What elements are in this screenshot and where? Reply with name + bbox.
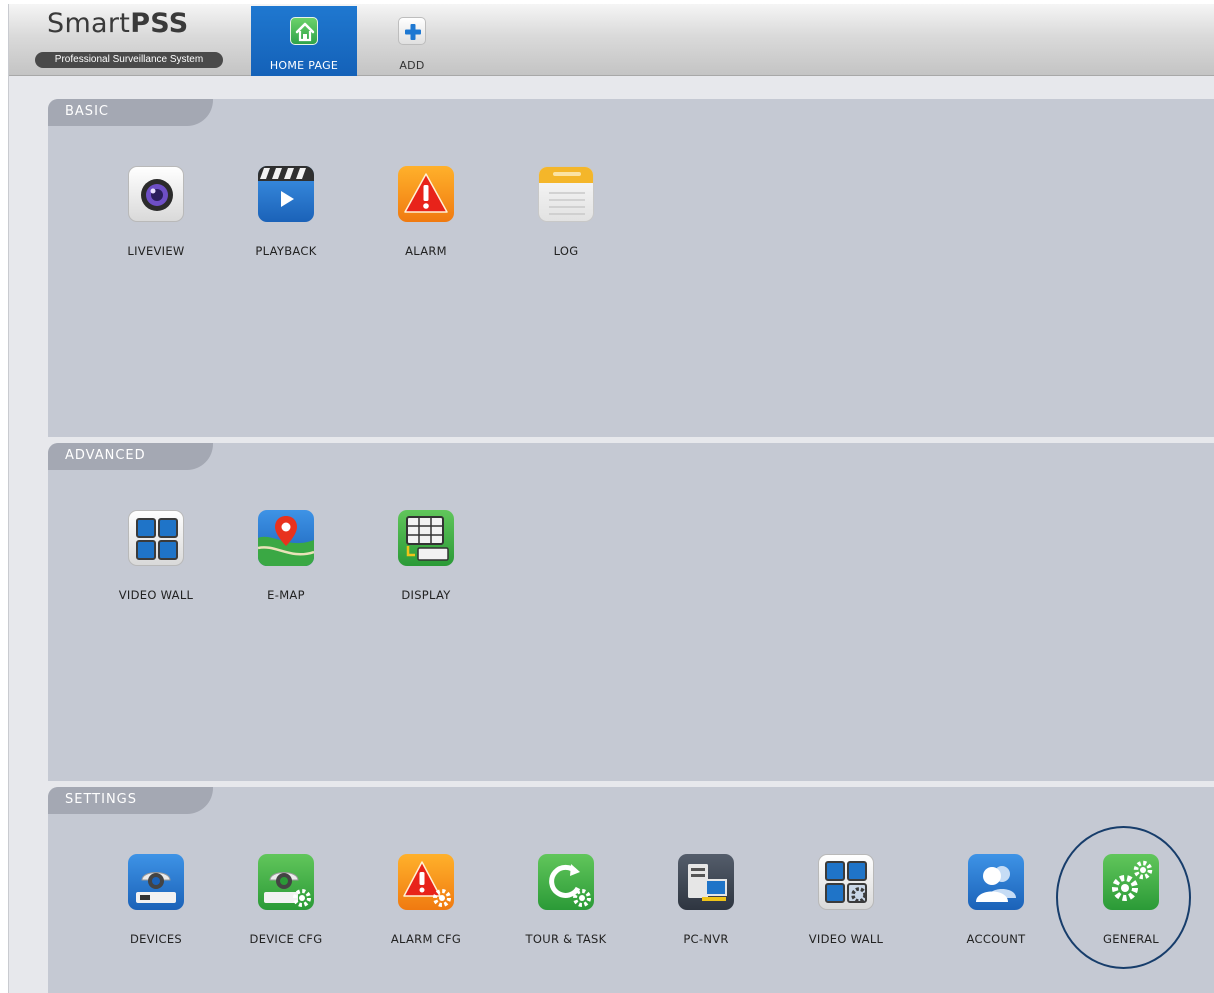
tab-add[interactable]: ADD	[367, 6, 457, 76]
video-wall-gear-icon	[818, 854, 874, 910]
display-grid-icon	[398, 510, 454, 566]
tab-home-page-label: HOME PAGE	[269, 59, 339, 72]
tile-display[interactable]: DISPLAY	[366, 510, 486, 610]
tile-pc-nvr[interactable]: PC-NVR	[646, 854, 766, 954]
tile-display-label: DISPLAY	[401, 588, 451, 602]
logo-name-bold: PSS	[130, 8, 189, 39]
tile-settings-video-wall[interactable]: VIDEO WALL	[786, 854, 906, 954]
camera-lens-icon	[128, 166, 184, 222]
section-tab: ADVANCED	[48, 443, 213, 470]
clapperboard-play-icon	[258, 166, 314, 222]
dome-camera-gear-icon	[258, 854, 314, 910]
logo-subtitle: Professional Surveillance System	[35, 52, 223, 68]
gears-icon	[1103, 854, 1159, 910]
tile-account-label: ACCOUNT	[966, 932, 1026, 946]
tile-alarm-label: ALARM	[405, 244, 447, 258]
top-bar: SmartPSS Professional Surveillance Syste…	[9, 4, 1214, 76]
tile-devices[interactable]: DEVICES	[96, 854, 216, 954]
section-basic: BASIC LIVEVIEW PLAYBACK ALARM LOG	[48, 99, 1214, 437]
smartpss-logo: SmartPSS Professional Surveillance Syste…	[35, 8, 235, 70]
plus-icon	[398, 17, 426, 45]
tile-playback-label: PLAYBACK	[255, 244, 317, 258]
tile-alarm[interactable]: ALARM	[366, 166, 486, 266]
tile-general-label: GENERAL	[1103, 932, 1159, 946]
tile-alarm-cfg[interactable]: ALARM CFG	[366, 854, 486, 954]
video-wall-grid-icon	[128, 510, 184, 566]
map-pin-icon	[258, 510, 314, 566]
section-advanced: ADVANCED VIDEO WALL E-MAP DISPLAY	[48, 443, 1214, 781]
logo-name-light: Smart	[47, 8, 131, 39]
warning-triangle-icon	[398, 166, 454, 222]
tile-general[interactable]: GENERAL	[1071, 854, 1191, 954]
tile-video-wall[interactable]: VIDEO WALL	[96, 510, 216, 610]
tile-e-map-label: E-MAP	[267, 588, 305, 602]
refresh-gear-icon	[538, 854, 594, 910]
tile-log[interactable]: LOG	[506, 166, 626, 266]
section-settings: SETTINGS DEVICES DEVICE CFG ALARM CFG TO…	[48, 787, 1214, 993]
tab-home-page[interactable]: HOME PAGE	[251, 6, 357, 76]
tile-alarm-cfg-label: ALARM CFG	[390, 932, 462, 946]
home-icon	[290, 17, 318, 45]
tile-liveview[interactable]: LIVEVIEW	[96, 166, 216, 266]
users-icon	[968, 854, 1024, 910]
smartpss-window: SmartPSS Professional Surveillance Syste…	[8, 4, 1214, 993]
server-monitor-icon	[678, 854, 734, 910]
tile-e-map[interactable]: E-MAP	[226, 510, 346, 610]
tile-playback[interactable]: PLAYBACK	[226, 166, 346, 266]
tile-account[interactable]: ACCOUNT	[936, 854, 1056, 954]
tile-tour-task-label: TOUR & TASK	[525, 932, 607, 946]
warning-gear-icon	[398, 854, 454, 910]
tile-pc-nvr-label: PC-NVR	[683, 932, 729, 946]
tile-device-cfg-label: DEVICE CFG	[249, 932, 323, 946]
tile-device-cfg[interactable]: DEVICE CFG	[226, 854, 346, 954]
tab-add-label: ADD	[399, 59, 425, 72]
dome-camera-icon	[128, 854, 184, 910]
tile-tour-task[interactable]: TOUR & TASK	[506, 854, 626, 954]
section-title-basic: BASIC	[65, 104, 109, 119]
tile-video-wall-label: VIDEO WALL	[118, 588, 194, 602]
tile-liveview-label: LIVEVIEW	[127, 244, 185, 258]
tile-settings-video-wall-label: VIDEO WALL	[808, 932, 884, 946]
section-title-settings: SETTINGS	[65, 792, 138, 807]
tile-devices-label: DEVICES	[129, 932, 183, 946]
notepad-icon	[538, 166, 594, 222]
section-title-advanced: ADVANCED	[65, 448, 146, 463]
section-tab: SETTINGS	[48, 787, 213, 814]
tile-log-label: LOG	[553, 244, 579, 258]
section-tab: BASIC	[48, 99, 213, 126]
